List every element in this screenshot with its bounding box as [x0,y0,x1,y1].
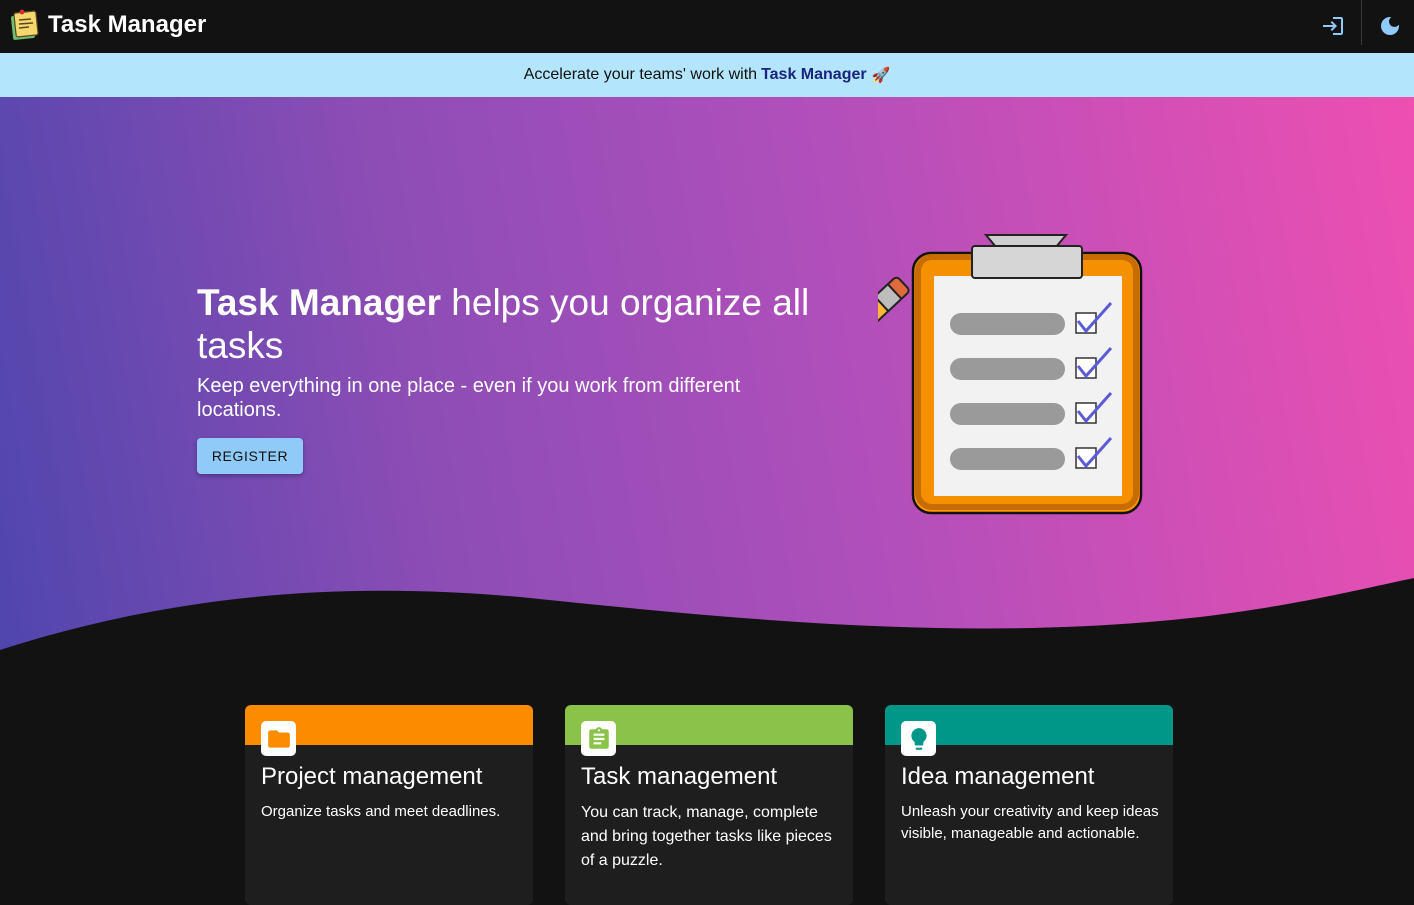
card-text: Organize tasks and meet deadlines. [261,803,501,820]
promo-banner: Accelerate your teams' work with Task Ma… [0,53,1414,97]
lightbulb-icon-tile [901,721,936,756]
dark-mode-icon [1381,17,1399,35]
lightbulb-icon [910,727,927,750]
register-button[interactable]: REGISTER [197,438,303,474]
card-title: Idea management [901,763,1095,790]
card-title: Task management [581,763,778,790]
banner-text: Accelerate your teams' work with [523,66,758,83]
clipboard-checklist-illustration [878,234,1143,515]
hero-title: Task Manager helps you organize all task… [197,281,837,367]
hero-title-brand: Task Manager [197,282,442,323]
card-task-management[interactable]: Task management You can track, manage, c… [565,705,853,905]
card-project-management[interactable]: Project management Organize tasks and me… [245,705,533,905]
card-text: Unleash your creativity and keep ideas v… [901,803,1159,842]
assignment-icon [588,726,609,749]
login-icon [1323,17,1343,35]
app-bar: Task Manager [0,0,1414,53]
login-button[interactable] [1316,10,1350,42]
card-text: You can track, manage, complete and brin… [581,804,832,869]
folder-icon [267,729,290,748]
hero-subtitle: Keep everything in one place - even if y… [197,375,741,421]
card-idea-management[interactable]: Idea management Unleash your creativity … [885,705,1173,905]
folder-icon-tile [261,721,296,756]
hero-section: Task Manager helps you organize all task… [0,97,1414,657]
app-title[interactable]: Task Manager [48,11,206,39]
card-title: Project management [261,763,483,790]
banner-link[interactable]: Task Manager [761,66,867,84]
rocket-icon: 🚀 [871,67,891,84]
assignment-icon-tile [581,721,616,756]
theme-toggle-button[interactable] [1373,10,1407,42]
sticky-note-logo[interactable] [9,9,39,41]
toolbar-divider [1361,0,1362,45]
